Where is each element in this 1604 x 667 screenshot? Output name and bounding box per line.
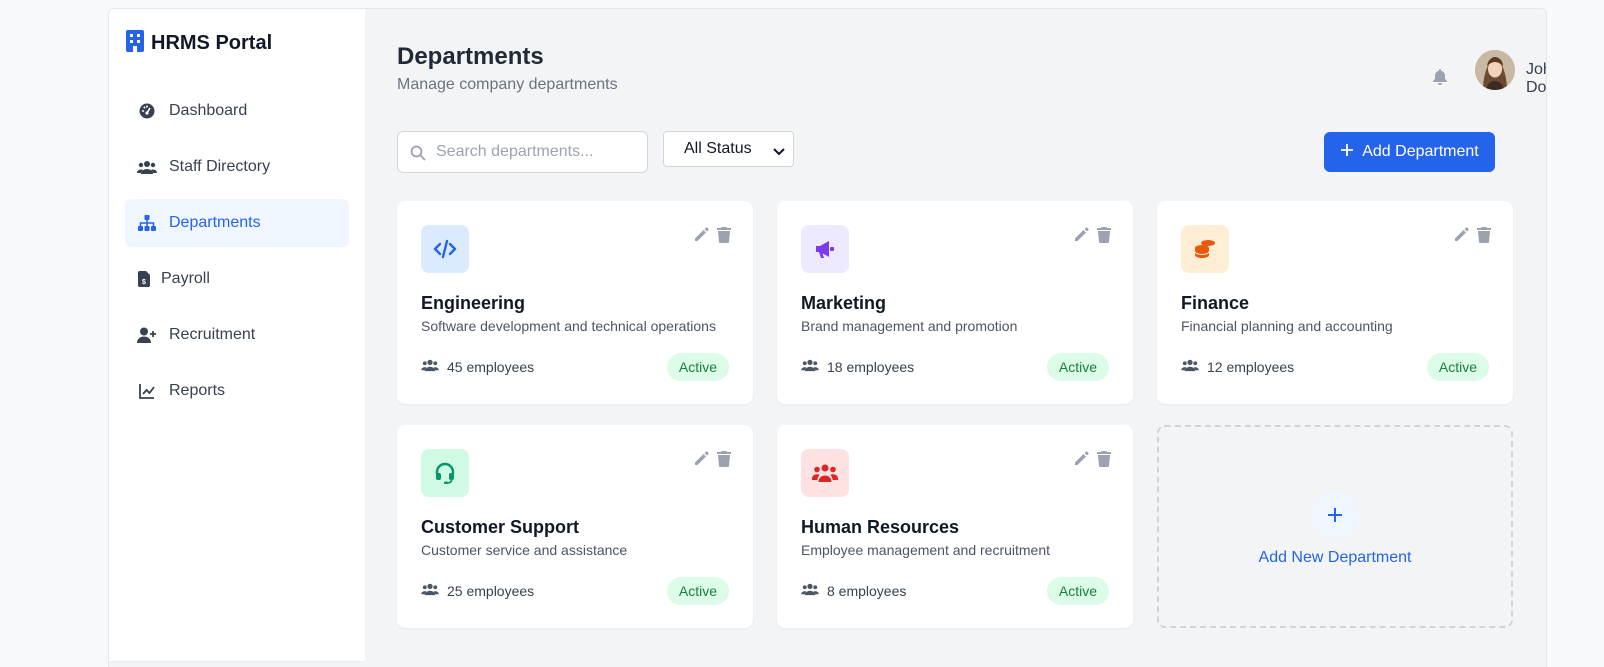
- department-name: Finance: [1181, 293, 1250, 313]
- user-name[interactable]: John Doe: [1526, 61, 1546, 97]
- sidebar-item-staff-directory[interactable]: Staff Directory: [125, 143, 349, 191]
- app-window: HRMS Portal Dashboard Staff Directory De…: [108, 8, 1547, 667]
- chart-line-icon: [137, 381, 157, 401]
- trash-icon[interactable]: [1477, 227, 1491, 248]
- sidebar-item-reports[interactable]: Reports: [125, 367, 349, 415]
- employee-count: 45 employees: [421, 358, 534, 375]
- sidebar-item-label: Dashboard: [169, 102, 248, 119]
- add-department-label: Add Department: [1362, 143, 1479, 160]
- sidebar-item-recruitment[interactable]: Recruitment: [125, 311, 349, 359]
- pencil-icon[interactable]: [1454, 227, 1469, 247]
- invoice-dollar-icon: $: [137, 269, 151, 289]
- bell-icon[interactable]: [1433, 69, 1447, 90]
- page-subtitle: Manage company departments: [397, 76, 618, 93]
- trash-icon[interactable]: [1097, 227, 1111, 248]
- search-icon: [410, 145, 426, 166]
- users-icon: [421, 358, 439, 375]
- status-badge: Active: [1046, 353, 1109, 381]
- plus-icon: [1340, 143, 1354, 162]
- department-description: Financial planning and accounting: [1181, 318, 1393, 334]
- pencil-icon[interactable]: [1074, 227, 1089, 247]
- coins-icon: [1181, 225, 1229, 273]
- status-badge: Active: [666, 353, 729, 381]
- headset-icon: [421, 449, 469, 497]
- sidebar-item-payroll[interactable]: $ Payroll: [125, 255, 349, 303]
- search-box: [397, 131, 648, 173]
- sidebar-item-departments[interactable]: Departments: [125, 199, 349, 247]
- department-description: Customer service and assistance: [421, 542, 628, 558]
- users-icon: [1181, 358, 1199, 375]
- employee-count: 25 employees: [421, 582, 534, 599]
- sidebar-item-label: Recruitment: [169, 326, 256, 343]
- plus-icon: [1311, 490, 1359, 539]
- trash-icon[interactable]: [717, 451, 731, 472]
- building-icon: [125, 29, 145, 58]
- code-icon: [421, 225, 469, 273]
- users-icon: [137, 157, 157, 177]
- sidebar: HRMS Portal Dashboard Staff Directory De…: [109, 9, 365, 661]
- sidebar-item-label: Departments: [169, 214, 261, 231]
- status-filter-value: All Status: [684, 140, 752, 157]
- sidebar-item-label: Staff Directory: [169, 158, 271, 175]
- employee-count: 18 employees: [801, 358, 914, 375]
- sidebar-item-label: Reports: [169, 382, 226, 399]
- sitemap-icon: [137, 213, 157, 233]
- employee-count: 12 employees: [1181, 358, 1294, 375]
- department-name: Marketing: [801, 293, 887, 313]
- sidebar-item-dashboard[interactable]: Dashboard: [125, 87, 349, 135]
- users-icon: [421, 582, 439, 599]
- add-department-button[interactable]: Add Department: [1324, 132, 1495, 172]
- department-card-customer-support[interactable]: Customer Support Customer service and as…: [397, 425, 753, 628]
- avatar[interactable]: [1475, 50, 1515, 90]
- department-card-marketing[interactable]: Marketing Brand management and promotion…: [777, 201, 1133, 404]
- trash-icon[interactable]: [1097, 451, 1111, 472]
- brand-title: HRMS Portal: [151, 32, 273, 54]
- chevron-down-icon: [773, 143, 785, 161]
- add-new-department-label: Add New Department: [1258, 548, 1412, 566]
- pencil-icon[interactable]: [694, 451, 709, 471]
- trash-icon[interactable]: [717, 227, 731, 248]
- department-description: Software development and technical opera…: [421, 318, 716, 334]
- brand[interactable]: HRMS Portal: [125, 29, 272, 58]
- users-icon: [801, 582, 819, 599]
- employee-count-label: 45 employees: [447, 358, 535, 375]
- department-name: Engineering: [421, 293, 526, 313]
- search-input[interactable]: [436, 132, 636, 172]
- employee-count-label: 12 employees: [1207, 358, 1295, 375]
- department-description: Employee management and recruitment: [801, 542, 1051, 558]
- employee-count: 8 employees: [801, 582, 906, 599]
- gauge-icon: [137, 101, 157, 121]
- sidebar-item-label: Payroll: [161, 270, 210, 287]
- sidebar-nav: Dashboard Staff Directory Departments $ …: [125, 87, 349, 423]
- department-name: Customer Support: [421, 517, 580, 537]
- pencil-icon[interactable]: [694, 227, 709, 247]
- department-card-engineering[interactable]: Engineering Software development and tec…: [397, 201, 753, 404]
- status-badge: Active: [666, 577, 729, 605]
- user-plus-icon: [137, 325, 157, 345]
- employee-count-label: 18 employees: [827, 358, 915, 375]
- megaphone-icon: [801, 225, 849, 273]
- status-filter-select[interactable]: All Status: [663, 131, 794, 167]
- people-group-icon: [801, 449, 849, 497]
- page-title: Departments: [397, 43, 544, 70]
- department-description: Brand management and promotion: [801, 318, 1018, 334]
- main-content: Departments Manage company departments J…: [365, 9, 1546, 661]
- add-new-department-card[interactable]: Add New Department: [1157, 425, 1513, 628]
- employee-count-label: 25 employees: [447, 582, 535, 599]
- employee-count-label: 8 employees: [827, 582, 907, 599]
- department-card-finance[interactable]: Finance Financial planning and accountin…: [1157, 201, 1513, 404]
- department-card-human-resources[interactable]: Human Resources Employee management and …: [777, 425, 1133, 628]
- department-name: Human Resources: [801, 517, 960, 537]
- status-badge: Active: [1046, 577, 1109, 605]
- users-icon: [801, 358, 819, 375]
- svg-text:$: $: [142, 279, 146, 286]
- status-badge: Active: [1426, 353, 1489, 381]
- pencil-icon[interactable]: [1074, 451, 1089, 471]
